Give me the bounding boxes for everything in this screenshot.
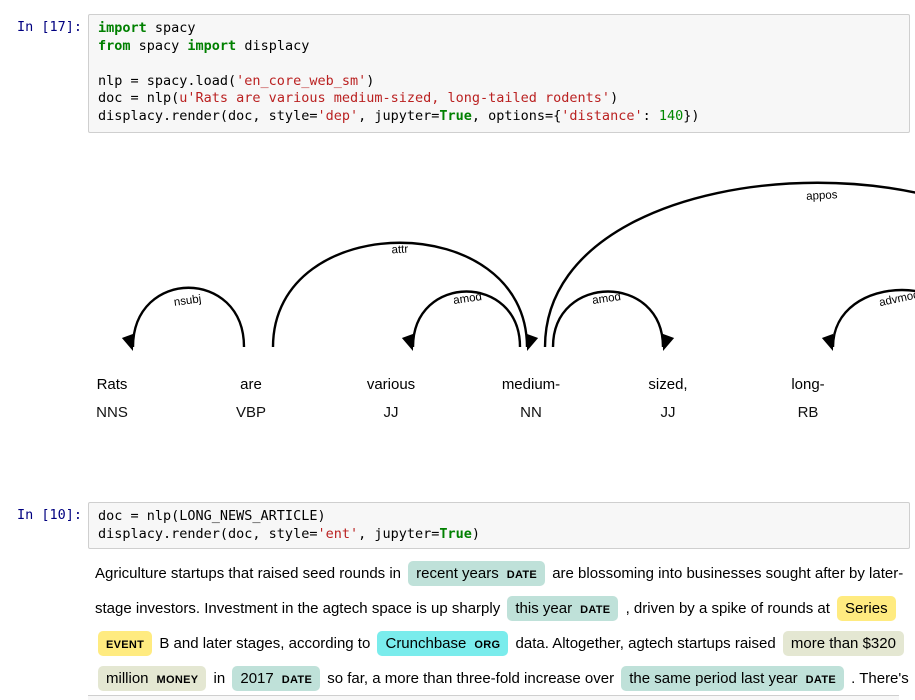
ner-plain-text: . There's <box>847 670 909 687</box>
entity-badge-event: EVENT <box>98 631 152 656</box>
entity-badge-event: Series <box>837 596 896 621</box>
entity-text: million <box>106 670 149 687</box>
entity-text: recent years <box>416 565 499 582</box>
dep-arc <box>545 183 915 347</box>
code-line: doc = nlp(u'Rats are various medium-size… <box>98 90 909 108</box>
dep-arrowhead-icon <box>657 334 674 353</box>
entity-type-label: DATE <box>806 674 836 686</box>
entity-text: Crunchbase <box>385 635 466 652</box>
ner-plain-text: in <box>209 670 229 687</box>
ner-plain-text: B and later stages, according to <box>155 635 374 652</box>
entity-type-label: MONEY <box>157 674 199 686</box>
dep-word: medium- <box>502 376 560 393</box>
dep-pos-tag: JJ <box>384 404 399 421</box>
cell1-code-editor[interactable]: import spacyfrom spacy import displacy n… <box>88 14 910 133</box>
ner-plain-text: stage investors. Investment in the agtec… <box>95 600 504 617</box>
dependency-parse-output: nsubjattramodamodapposadvmodRatsNNSareVB… <box>0 150 915 440</box>
dep-pos-tag: NNS <box>96 404 128 421</box>
dep-arrowhead-icon <box>122 334 139 353</box>
next-cell-top-edge <box>88 695 899 700</box>
dep-arc-label: nsubj <box>173 293 202 309</box>
jupyter-notebook: In [17]: import spacyfrom spacy import d… <box>0 0 915 700</box>
entity-badge-money: more than $320 <box>783 631 904 656</box>
ner-plain-text: so far, a more than three-fold increase … <box>323 670 618 687</box>
entity-badge-date: recent years DATE <box>408 561 545 586</box>
ner-plain-text: Agriculture startups that raised seed ro… <box>95 565 405 582</box>
code-line: nlp = spacy.load('en_core_web_sm') <box>98 73 909 91</box>
code-line <box>98 55 909 73</box>
dep-word: long- <box>791 376 824 393</box>
entity-badge-date: this year DATE <box>507 596 618 621</box>
code-line: from spacy import displacy <box>98 38 909 56</box>
dep-pos-tag: NN <box>520 404 542 421</box>
dep-word: various <box>367 376 415 393</box>
entity-type-label: ORG <box>474 639 500 651</box>
dep-arrowhead-icon <box>521 334 538 353</box>
dep-arc-label: appos <box>806 189 838 203</box>
entity-type-label: DATE <box>282 674 312 686</box>
entity-type-label: DATE <box>580 604 610 616</box>
dep-pos-tag: RB <box>798 404 819 421</box>
dep-word: sized, <box>648 376 687 393</box>
entity-text: more than $320 <box>791 635 896 652</box>
code-line: displacy.render(doc, style='ent', jupyte… <box>98 526 909 544</box>
entity-text: Series <box>845 600 888 617</box>
entity-badge-date: 2017 DATE <box>232 666 320 691</box>
cell1-input-prompt: In [17]: <box>0 19 82 35</box>
entity-type-label: DATE <box>507 569 537 581</box>
ner-plain-text: , driven by a spike of rounds at <box>621 600 834 617</box>
dep-word: Rats <box>97 376 128 393</box>
code-line: displacy.render(doc, style='dep', jupyte… <box>98 108 909 126</box>
code-line: import spacy <box>98 20 909 38</box>
dep-arrowhead-icon <box>402 334 419 353</box>
dep-word: are <box>240 376 262 393</box>
ner-text-line: Agriculture startups that raised seed ro… <box>95 556 913 591</box>
ner-text-line: stage investors. Investment in the agtec… <box>95 591 913 626</box>
dep-arc-label: amod <box>452 291 482 307</box>
ner-text-line: million MONEY in 2017 DATE so far, a more … <box>95 661 913 696</box>
entity-badge-org: Crunchbase ORG <box>377 631 508 656</box>
ner-plain-text: data. Altogether, agtech startups raised <box>511 635 780 652</box>
entity-type-label: EVENT <box>106 639 144 651</box>
dependency-parse-svg: nsubjattramodamodapposadvmodRatsNNSareVB… <box>0 150 915 440</box>
ner-output: Agriculture startups that raised seed ro… <box>95 556 913 696</box>
code-line: doc = nlp(LONG_NEWS_ARTICLE) <box>98 508 909 526</box>
cell2-input-prompt: In [10]: <box>0 507 82 523</box>
entity-text: 2017 <box>240 670 273 687</box>
cell2-code-editor[interactable]: doc = nlp(LONG_NEWS_ARTICLE)displacy.ren… <box>88 502 910 549</box>
ner-text-line: EVENT B and later stages, according to C… <box>95 626 913 661</box>
entity-text: the same period last year <box>629 670 797 687</box>
dep-pos-tag: VBP <box>236 404 266 421</box>
dep-pos-tag: JJ <box>661 404 676 421</box>
entity-text: this year <box>515 600 572 617</box>
entity-badge-money: million MONEY <box>98 666 206 691</box>
ner-plain-text: are blossoming into businesses sought af… <box>548 565 903 582</box>
dep-arc-label: attr <box>391 244 408 257</box>
dep-arrowhead-icon <box>822 334 839 353</box>
dep-arc-label: amod <box>591 291 621 307</box>
entity-badge-date: the same period last year DATE <box>621 666 844 691</box>
